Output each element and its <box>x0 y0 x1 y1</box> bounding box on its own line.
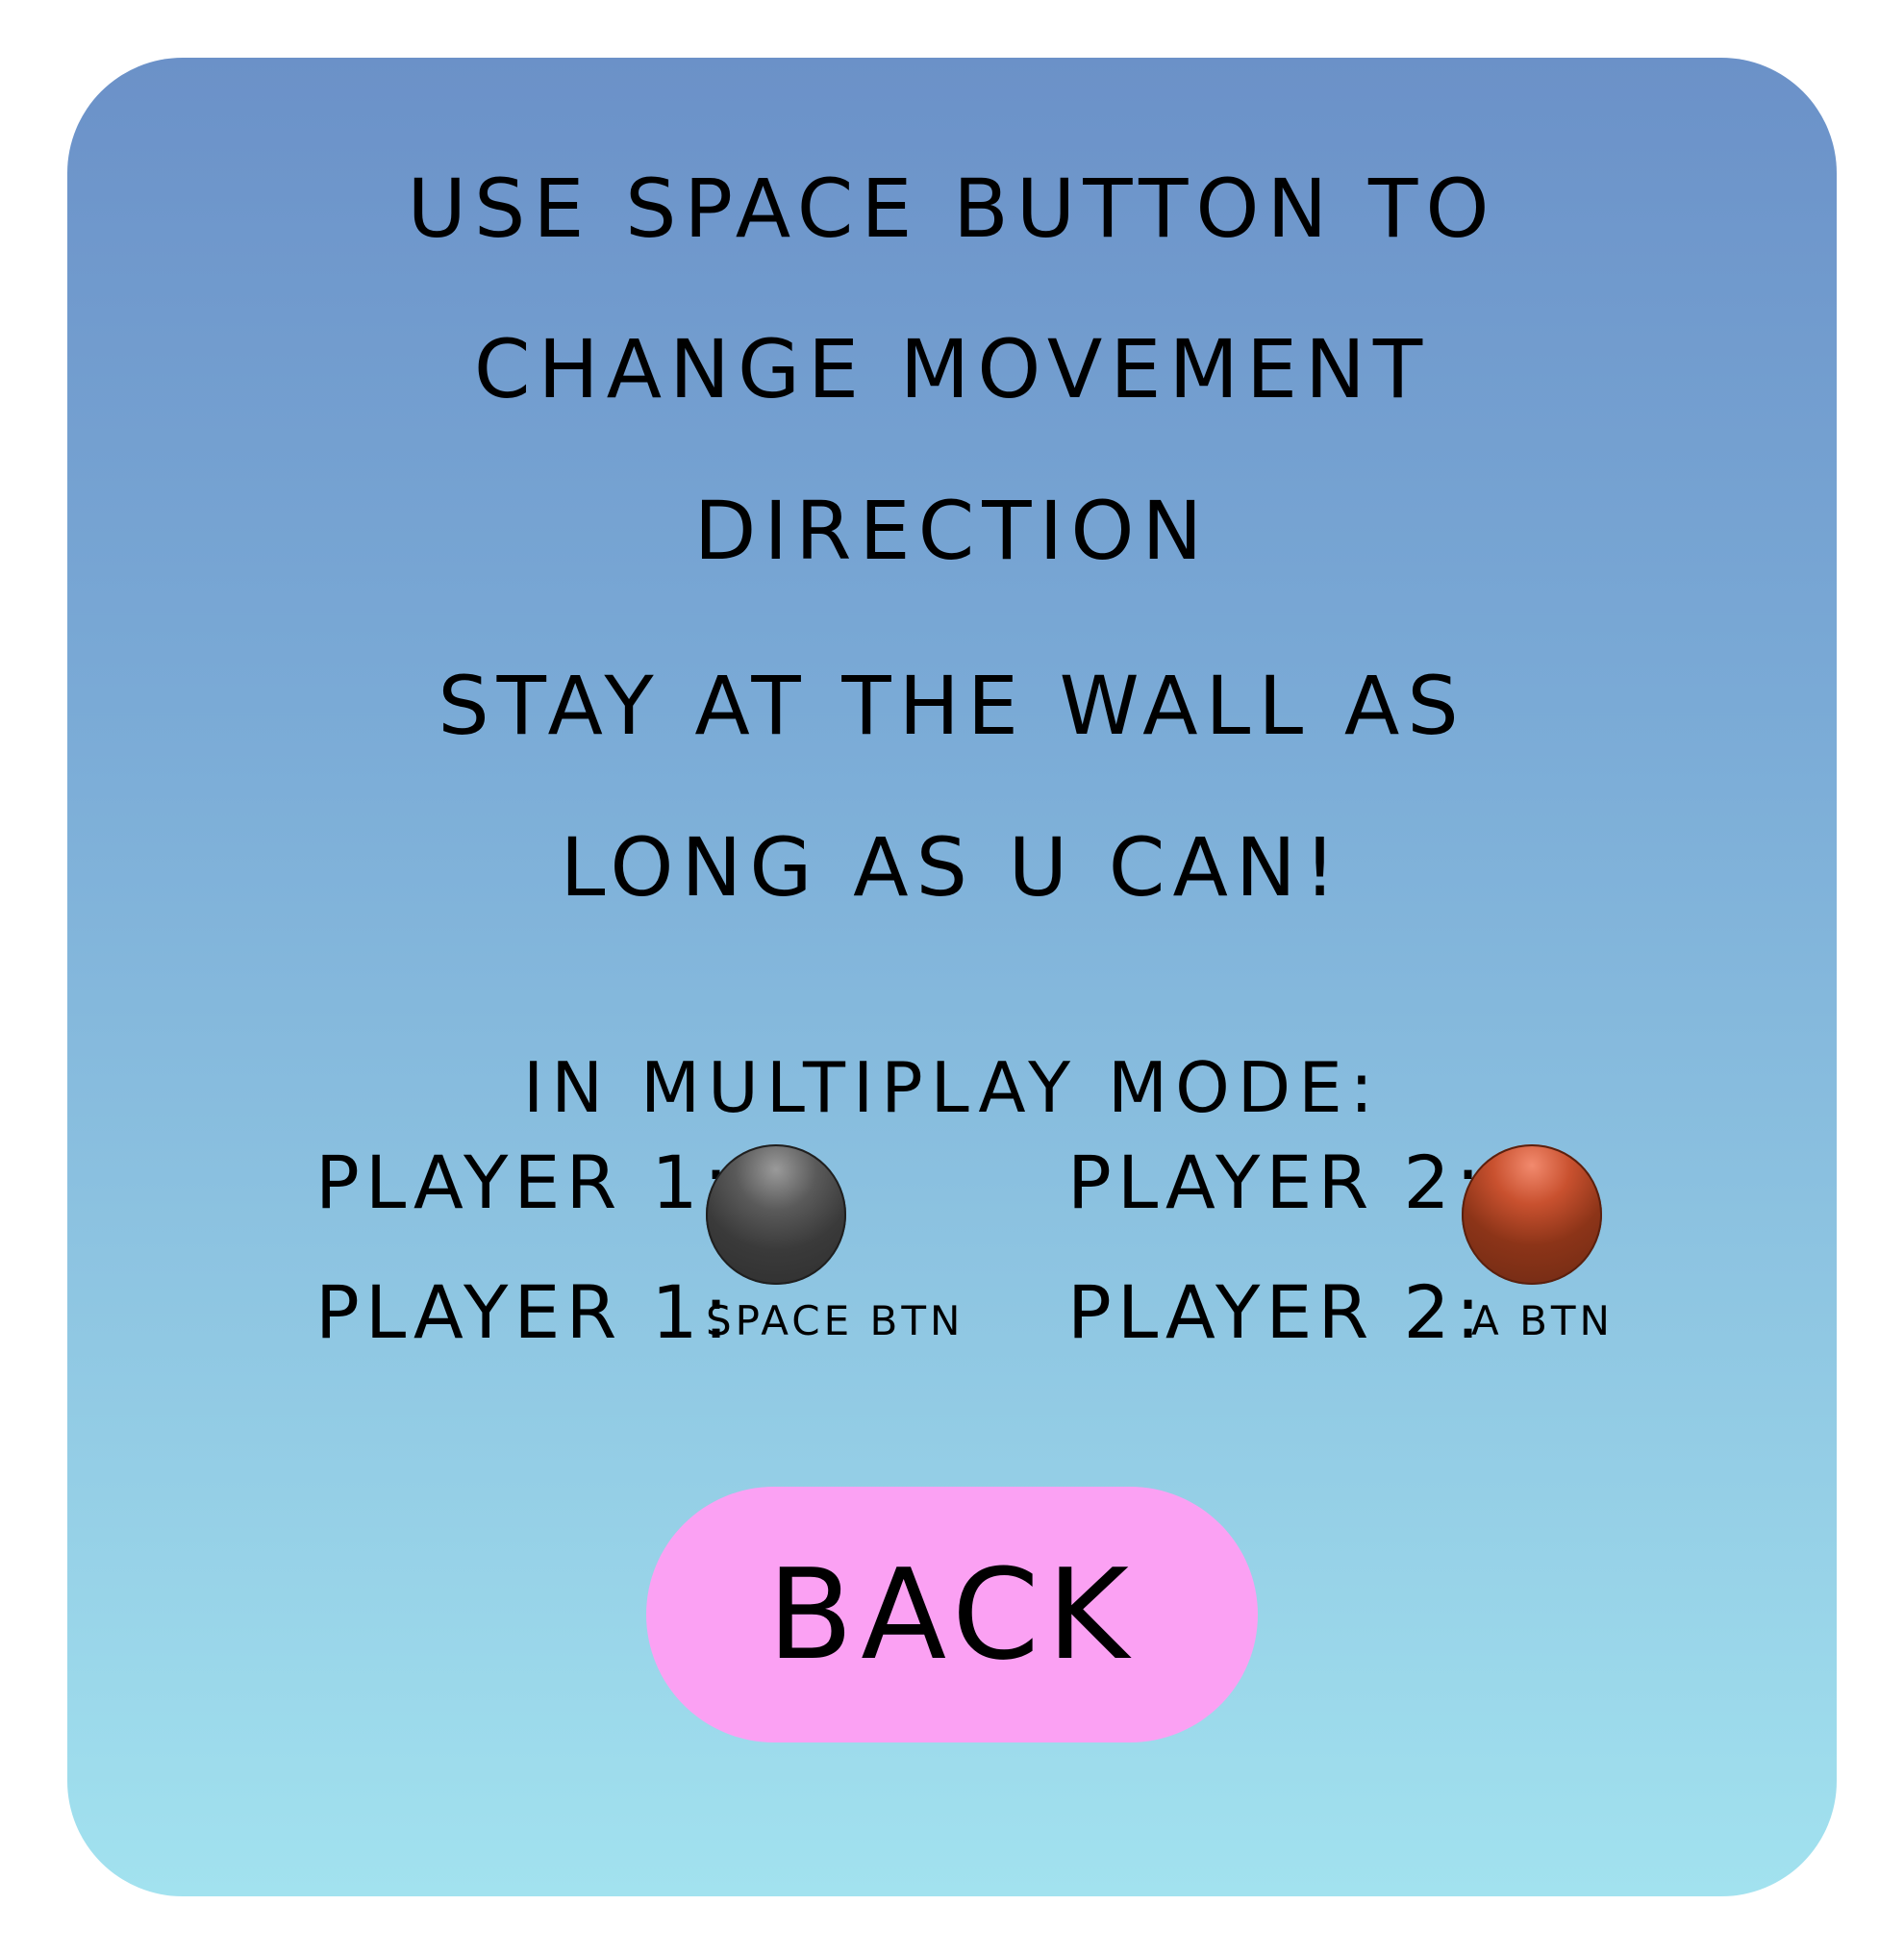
multiplay-heading: IN MULTIPLAY MODE: <box>523 1047 1381 1128</box>
player2-ball-icon <box>1462 1144 1602 1285</box>
back-button[interactable]: BACK <box>646 1487 1258 1742</box>
instructions-panel: USE SPACE BUTTON TO CHANGE MOVEMENT DIRE… <box>67 58 1837 1896</box>
player1-control-label: PLAYER 1: <box>315 1269 735 1355</box>
player2-control-key: A BTN <box>1471 1297 1614 1344</box>
back-button-label: BACK <box>767 1541 1137 1688</box>
instruction-line-3: DIRECTION <box>693 484 1211 578</box>
player1-control-key: SPACE BTN <box>706 1297 965 1344</box>
player1-label: PLAYER 1: <box>315 1140 735 1225</box>
instruction-line-5: LONG AS U CAN! <box>560 820 1344 915</box>
instruction-line-2: CHANGE MOVEMENT <box>473 322 1431 416</box>
instruction-line-1: USE SPACE BUTTON TO <box>407 162 1497 256</box>
instruction-line-4: STAY AT THE WALL AS <box>438 659 1466 753</box>
player2-label: PLAYER 2: <box>1067 1140 1487 1225</box>
player1-ball-icon <box>706 1144 846 1285</box>
player2-control-label: PLAYER 2: <box>1067 1269 1487 1355</box>
